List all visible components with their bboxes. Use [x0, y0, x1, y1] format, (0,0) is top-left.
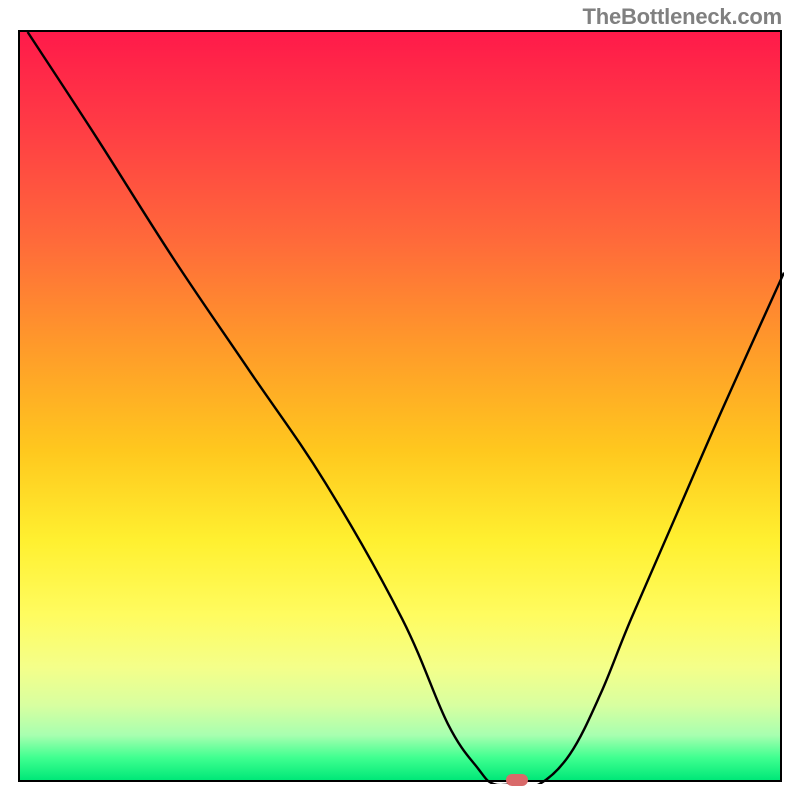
attribution-text: TheBottleneck.com — [582, 4, 782, 30]
plot-area — [18, 30, 782, 782]
optimal-marker — [506, 774, 528, 786]
curve-layer — [20, 32, 784, 784]
bottleneck-chart: TheBottleneck.com — [0, 0, 800, 800]
bottleneck-curve-path — [28, 32, 784, 784]
